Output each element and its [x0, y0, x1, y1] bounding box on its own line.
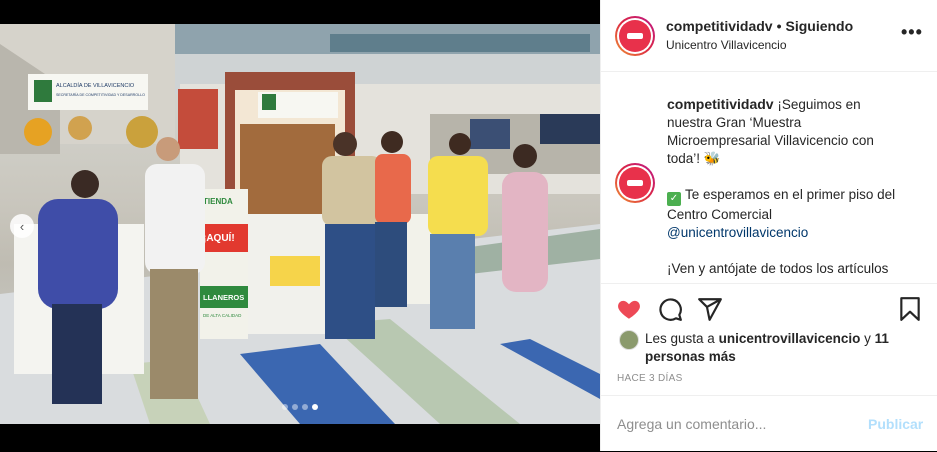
- caption-mention-link[interactable]: @unicentrovillavicencio: [667, 225, 808, 240]
- check-emoji-icon: ✓: [667, 192, 681, 206]
- chevron-left-icon: ‹: [19, 218, 25, 234]
- liker-avatar[interactable]: [619, 330, 639, 350]
- post-timestamp[interactable]: HACE 3 DÍAS: [617, 373, 683, 384]
- mall-fair-photo: ALCALDÍA DE VILLAVICENCIO SECRETARÍA DE …: [0, 24, 600, 424]
- heart-icon: [618, 300, 640, 319]
- caption-avatar[interactable]: [615, 163, 655, 203]
- save-button[interactable]: [897, 296, 923, 322]
- liker-username[interactable]: unicentrovillavicencio: [719, 331, 861, 346]
- author-avatar[interactable]: [615, 16, 655, 56]
- likes-prefix: Les gusta a: [645, 331, 715, 346]
- carousel-dot-active: [312, 404, 318, 410]
- person-beige-shirt: [322, 132, 382, 339]
- previous-photo-button[interactable]: ‹: [10, 214, 34, 238]
- post-side-panel: competitividadv • Siguiendo Unicentro Vill…: [600, 0, 937, 451]
- instagram-post-modal: ALCALDÍA DE VILLAVICENCIO SECRETARÍA DE …: [0, 0, 937, 451]
- likes-connector: y: [864, 331, 871, 346]
- comment-icon: [659, 298, 682, 321]
- bookmark-icon: [900, 297, 920, 321]
- more-dots-icon: •••: [901, 22, 923, 42]
- caption-line-2: Te esperamos en el primer piso del Centr…: [667, 187, 896, 222]
- post-actions: Les gusta a unicentrovillavicencio y 11 …: [601, 283, 937, 451]
- carousel-dot: [292, 404, 298, 410]
- banner-text-1: ALCALDÍA DE VILLAVICENCIO: [56, 82, 135, 89]
- carousel-dot: [282, 404, 288, 410]
- post-caption: competitividadv ¡Seguimos en nuestra Gra…: [667, 95, 907, 283]
- person-white-shirt: [145, 137, 205, 399]
- header-user-line: competitividadv • Siguiendo: [666, 18, 853, 34]
- share-icon: [698, 298, 722, 321]
- likes-summary: Les gusta a unicentrovillavicencio y 11 …: [619, 330, 915, 366]
- comment-button[interactable]: [657, 296, 683, 322]
- follow-button[interactable]: Siguiendo: [786, 18, 854, 34]
- separator-dot: •: [776, 18, 782, 34]
- comment-input[interactable]: Agrega un comentario...: [617, 416, 766, 432]
- sign-text-2: ¡AQUÍ!: [203, 231, 235, 244]
- caption-username[interactable]: competitividadv: [667, 96, 774, 112]
- caption-line-3: ¡Ven y antójate de todos los artículos: [667, 261, 889, 276]
- publish-comment-button[interactable]: Publicar: [868, 416, 923, 432]
- like-button[interactable]: [616, 296, 642, 322]
- comments-area: competitividadv ¡Seguimos en nuestra Gra…: [601, 73, 937, 283]
- sign-text-1: TIENDA: [203, 197, 233, 206]
- more-options-button[interactable]: •••: [901, 22, 923, 43]
- carousel-dot: [302, 404, 308, 410]
- carousel-dots: [282, 404, 318, 410]
- post-header: competitividadv • Siguiendo Unicentro Vill…: [601, 0, 937, 72]
- post-location[interactable]: Unicentro Villavicencio: [666, 38, 787, 52]
- sign-text-3: LLANEROS: [203, 293, 244, 302]
- person-orange-shirt: [375, 131, 411, 307]
- add-comment-bar: Agrega un comentario... Publicar: [601, 395, 937, 452]
- post-photo[interactable]: ALCALDÍA DE VILLAVICENCIO SECRETARÍA DE …: [0, 24, 600, 424]
- banner-text-2: SECRETARÍA DE COMPETITIVIDAD Y DESARROLL…: [56, 93, 145, 97]
- share-button[interactable]: [697, 296, 723, 322]
- author-username[interactable]: competitividadv: [666, 18, 773, 34]
- sign-text-4: DE ALTA CALIDAD: [203, 313, 242, 318]
